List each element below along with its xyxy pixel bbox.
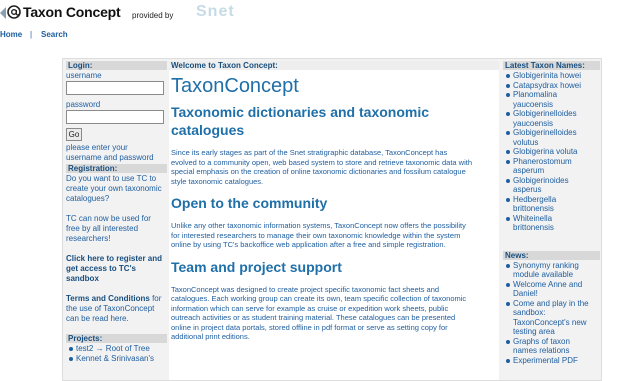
taxon-name-item[interactable]: Globigerinelloides yaucoensis xyxy=(503,109,600,128)
paragraph-line: Unlike any other taxonomic information s… xyxy=(171,221,466,230)
registration-text-line: Do you want to use TC to xyxy=(66,174,157,183)
terms-text: Terms and Conditions for the use of Taxo… xyxy=(66,294,167,324)
password-input[interactable] xyxy=(66,110,164,124)
section-heading: Open to the community xyxy=(171,194,499,212)
page-title: TaxonConcept xyxy=(171,75,299,97)
news-item[interactable]: Welcome Anne and Daniel! xyxy=(503,280,600,299)
paragraph-line: online in project data portals, stored o… xyxy=(171,322,448,332)
register-link-line[interactable]: sandbox xyxy=(66,274,167,284)
news-item[interactable]: Experimental PDF xyxy=(503,356,600,366)
paragraph-line: special emphasis on the creation of onli… xyxy=(171,167,466,176)
welcome-heading: Welcome to Taxon Concept: xyxy=(169,61,499,70)
registration-text-line: catalogues? xyxy=(66,194,110,203)
nav-home-link[interactable]: Home xyxy=(0,30,22,39)
provided-by-text: provided by xyxy=(132,11,174,20)
nav-search-link[interactable]: Search xyxy=(41,30,68,39)
section-heading-line: catalogues xyxy=(171,122,245,138)
login-hint-line: please enter your xyxy=(66,143,128,152)
registration-text-line: researchers! xyxy=(66,234,111,243)
section-heading-line: Open to the community xyxy=(171,195,328,211)
paragraph-line: outreach activities or as student traini… xyxy=(171,313,456,322)
paragraph-line: for interested researchers to manage the… xyxy=(171,230,461,240)
terms-link[interactable]: Terms and Conditions xyxy=(66,294,150,303)
paragraph-line: information which can serve for example … xyxy=(171,303,449,313)
nav-separator: | xyxy=(30,30,33,39)
projects-heading: Projects: xyxy=(66,334,167,343)
news-item[interactable]: Come and play in the sandbox: TaxonConcept… xyxy=(503,299,600,337)
paragraph-line: additional print editions. xyxy=(171,332,250,341)
paragraph-line: online by using TC's backoffice web appl… xyxy=(171,240,446,249)
taxon-name-item[interactable]: Whiteinella brittonensis xyxy=(503,214,600,233)
registration-text-line: create your own taxonomic xyxy=(66,184,162,193)
project-item[interactable]: test2 → Root of Tree xyxy=(66,344,167,354)
projects-list: test2 → Root of Tree Kennet & Srinivasan… xyxy=(66,344,167,363)
register-link-line[interactable]: Click here to register and xyxy=(66,254,167,264)
brand-logo: Snet xyxy=(196,3,235,20)
taxon-name-item[interactable]: Globigerinelloides volutus xyxy=(503,128,600,147)
registration-free-text: TC can now be used for free by all inter… xyxy=(66,214,167,244)
page-body: Login: username password Go please enter… xyxy=(62,58,602,381)
section-dictionaries: Taxonomic dictionaries and taxonomic cat… xyxy=(169,103,499,186)
login-go-button[interactable]: Go xyxy=(66,128,82,141)
section-team: Team and project support TaxonConcept wa… xyxy=(169,258,499,342)
paragraph-line: style taxonomic catalogues. xyxy=(171,176,264,186)
register-link-line[interactable]: get access to TC's xyxy=(66,264,167,274)
login-hint: please enter your username and password xyxy=(66,143,167,163)
taxon-name-item[interactable]: Globigerinita howei xyxy=(503,71,600,81)
password-label: password xyxy=(66,100,101,109)
paragraph-line: evolved to a community open, web based s… xyxy=(171,157,472,167)
project-item[interactable]: Kennet & Srinivasan's xyxy=(66,354,167,364)
terms-text-line: the use of TaxonConcept xyxy=(66,304,155,313)
section-heading: Team and project support xyxy=(171,258,499,276)
section-paragraph: Unlike any other taxonomic information s… xyxy=(171,221,499,250)
main-content: Welcome to Taxon Concept: TaxonConcept T… xyxy=(169,61,499,380)
top-nav: Home | Search xyxy=(0,28,619,42)
registration-text-line: TC can now be used for xyxy=(66,214,151,223)
at-logo-icon xyxy=(0,5,21,19)
register-link[interactable]: Click here to register and get access to… xyxy=(66,254,167,284)
terms-text-rest: for xyxy=(149,294,162,303)
login-hint-line: username and password xyxy=(66,153,154,162)
taxon-name-item[interactable]: Hedbergella brittonensis xyxy=(503,195,600,214)
taxon-name-item[interactable]: Phanerostomum asperum xyxy=(503,157,600,176)
latest-names-list: Globigerinita howei Catapsydrax howei Pl… xyxy=(503,71,600,233)
terms-text-line[interactable]: can be read here. xyxy=(66,314,167,324)
registration-question: Do you want to use TC to create your own… xyxy=(66,174,167,204)
news-item[interactable]: Synonymy ranking module available xyxy=(503,261,600,280)
registration-heading: Registration: xyxy=(66,164,167,173)
login-heading: Login: xyxy=(66,61,167,70)
left-sidebar: Login: username password Go please enter… xyxy=(66,61,167,380)
taxon-name-item[interactable]: Globigerinoides asperus xyxy=(503,176,600,195)
site-header: Taxon Concept provided by Snet xyxy=(0,0,619,28)
right-sidebar: Latest Taxon Names: Globigerinita howei … xyxy=(503,61,600,380)
news-list: Synonymy ranking module available Welcome… xyxy=(503,261,600,366)
news-heading: News: xyxy=(503,250,600,260)
paragraph-line: TaxonConcept was designed to create proj… xyxy=(171,284,440,294)
section-heading-line: Team and project support xyxy=(171,258,342,275)
news-item[interactable]: Graphs of taxon names relations xyxy=(503,337,600,356)
section-paragraph: Since its early stages as part of the Sn… xyxy=(171,148,499,186)
paragraph-line: Since its early stages as part of the Sn… xyxy=(171,148,448,157)
registration-text-line: free by all interested xyxy=(66,224,139,233)
taxon-name-item[interactable]: Catapsydrax howei xyxy=(503,81,600,91)
section-community: Open to the community Unlike any other t… xyxy=(169,194,499,250)
username-label: username xyxy=(66,71,102,80)
section-heading-line: Taxonomic dictionaries and taxonomic xyxy=(171,104,430,120)
taxon-name-item[interactable]: Globigerina voluta xyxy=(503,147,600,157)
section-paragraph: TaxonConcept was designed to create proj… xyxy=(171,285,499,342)
site-title: Taxon Concept xyxy=(23,4,121,20)
section-heading: Taxonomic dictionaries and taxonomic cat… xyxy=(171,103,499,139)
username-input[interactable] xyxy=(66,81,164,95)
taxon-name-item[interactable]: Planomalina yaucoensis xyxy=(503,90,600,109)
paragraph-line: catalogues. Each working group can creat… xyxy=(171,294,467,303)
latest-names-heading: Latest Taxon Names: xyxy=(503,61,600,70)
